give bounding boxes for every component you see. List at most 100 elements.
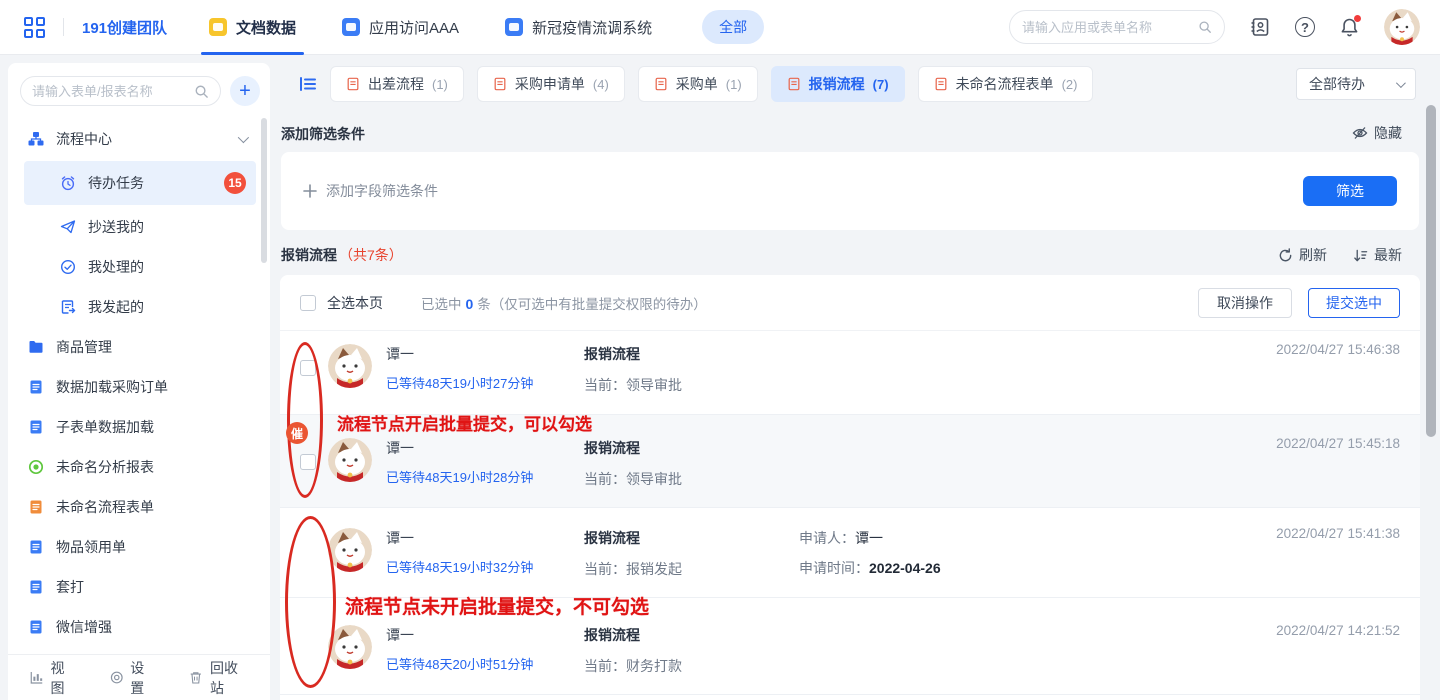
sidebar-item-cc-to-me[interactable]: 抄送我的 <box>8 207 270 247</box>
workspace-tab-app-access[interactable]: 应用访问AAA <box>342 0 459 55</box>
chevron-down-icon[interactable] <box>238 132 249 143</box>
paper-plane-icon <box>60 219 76 235</box>
cancel-operation-button[interactable]: 取消操作 <box>1198 288 1292 318</box>
doc-icon <box>346 77 360 91</box>
flow-name: 报销流程 <box>584 625 799 645</box>
sidebar: + 流程中心 待办任务 15 <box>8 63 270 700</box>
sidebar-item-label: 套打 <box>56 577 84 597</box>
form-filter-tabs: 出差流程 (1) 采购申请单 (4) 采购单 (1) 报销流程 (7) 未命名流… <box>330 66 1093 102</box>
settings-button[interactable]: 设置 <box>110 658 156 698</box>
tab-count: (2) <box>1062 77 1078 92</box>
report-target-icon <box>28 459 44 475</box>
todo-scope-select[interactable]: 全部待办 <box>1296 68 1416 100</box>
tab-purchase-request[interactable]: 采购申请单 (4) <box>477 66 625 102</box>
waiting-time: 已等待48天19小时28分钟 <box>386 467 584 486</box>
sidebar-item-process-center[interactable]: 流程中心 <box>8 119 270 159</box>
filter-section-title: 添加筛选条件 <box>281 124 365 144</box>
collapse-tabs-icon[interactable] <box>298 74 318 94</box>
form-doc-icon <box>28 419 44 435</box>
search-icon <box>1198 19 1212 35</box>
sidebar-item-todo-tasks[interactable]: 待办任务 15 <box>24 161 256 205</box>
sort-latest-button[interactable]: 最新 <box>1353 245 1402 265</box>
sidebar-item-form[interactable]: 物品领用单 <box>8 527 270 567</box>
doc-icon <box>654 77 668 91</box>
tab-reimbursement-flow[interactable]: 报销流程 (7) <box>771 66 905 102</box>
footer-label: 视图 <box>51 658 76 698</box>
workspace-tab-label: 应用访问AAA <box>369 17 459 38</box>
sidebar-item-started-by-me[interactable]: 我发起的 <box>8 287 270 327</box>
filter-card: 添加字段筛选条件 筛选 <box>281 152 1419 230</box>
tab-count: (1) <box>726 77 742 92</box>
row-checkbox[interactable] <box>300 454 316 470</box>
workspace-tab-docs[interactable]: 文档数据 <box>209 0 296 55</box>
sidebar-item-handled-by-me[interactable]: 我处理的 <box>8 247 270 287</box>
form-doc-icon <box>28 539 44 555</box>
refresh-button[interactable]: 刷新 <box>1278 245 1327 265</box>
selected-count: 0 <box>462 296 478 312</box>
add-form-button[interactable]: + <box>230 76 260 106</box>
avatar <box>328 528 372 572</box>
doc-icon <box>934 77 948 91</box>
sidebar-item-label: 抄送我的 <box>88 217 144 237</box>
all-apps-pill[interactable]: 全部 <box>702 10 764 44</box>
help-icon[interactable]: ? <box>1295 17 1315 37</box>
views-button[interactable]: 视图 <box>30 658 76 698</box>
footer-label: 回收站 <box>210 658 248 698</box>
todo-row[interactable]: 谭一 已等待48天19小时27分钟 报销流程 当前：领导审批 2022/04/2… <box>280 331 1420 415</box>
urge-badge: 催 <box>286 422 308 444</box>
sidebar-item-form[interactable]: 套打 <box>8 567 270 607</box>
tab-label: 报销流程 <box>809 74 865 94</box>
doc-icon <box>493 77 507 91</box>
workspace-tab-label: 新冠疫情流调系统 <box>532 17 652 38</box>
todo-count-badge: 15 <box>224 172 246 194</box>
submit-selected-button[interactable]: 提交选中 <box>1308 288 1400 318</box>
page-scrollbar[interactable] <box>1426 105 1436 437</box>
tab-business-trip-flow[interactable]: 出差流程 (1) <box>330 66 464 102</box>
todo-row[interactable]: 谭一 已等待48天19小时32分钟 报销流程 当前：报销发起 申请人：谭一 申请… <box>280 508 1420 598</box>
sidebar-item-report[interactable]: 未命名分析报表 <box>8 447 270 487</box>
submit-time: 2022/04/27 14:21:52 <box>1276 623 1400 638</box>
clock-icon <box>60 175 76 191</box>
sidebar-item-flow-form[interactable]: 未命名流程表单 <box>8 487 270 527</box>
workspace-tab-covid[interactable]: 新冠疫情流调系统 <box>505 0 652 55</box>
team-name[interactable]: 191创建团队 <box>82 17 167 38</box>
current-node: 当前：领导审批 <box>584 375 799 395</box>
filter-submit-button[interactable]: 筛选 <box>1303 176 1397 206</box>
sidebar-item-label: 物品领用单 <box>56 537 126 557</box>
sidebar-item-form[interactable]: 数据加载采购订单 <box>8 367 270 407</box>
sidebar-scrollbar[interactable] <box>261 118 267 263</box>
sidebar-item-label: 子表单数据加载 <box>56 417 154 437</box>
add-field-filter-button[interactable]: 添加字段筛选条件 <box>303 181 438 201</box>
select-all-checkbox[interactable] <box>300 295 316 311</box>
current-node: 当前：财务打款 <box>584 656 799 676</box>
submit-time: 2022/04/27 15:45:18 <box>1276 436 1400 451</box>
contacts-icon[interactable] <box>1249 16 1271 38</box>
apps-grid-icon[interactable] <box>24 17 45 38</box>
submit-time: 2022/04/27 15:46:38 <box>1276 342 1400 357</box>
form-search <box>20 76 221 106</box>
sidebar-item-label: 未命名流程表单 <box>56 497 154 517</box>
flow-name: 报销流程 <box>584 438 799 458</box>
list-header: 报销流程 （共7条） <box>281 245 403 265</box>
sidebar-item-label: 数据加载采购订单 <box>56 377 168 397</box>
user-avatar[interactable] <box>1384 9 1420 45</box>
global-search-input[interactable] <box>1022 20 1198 35</box>
sidebar-item-product-mgmt[interactable]: 商品管理 <box>8 327 270 367</box>
notification-bell-icon[interactable] <box>1339 17 1360 38</box>
hide-filter-button[interactable]: 隐藏 <box>1352 123 1402 143</box>
tab-purchase-order[interactable]: 采购单 (1) <box>638 66 758 102</box>
annotation-note-enabled: 流程节点开启批量提交，可以勾选 <box>337 410 592 435</box>
form-search-input[interactable] <box>32 84 194 99</box>
applicant-name: 谭一 <box>386 528 584 548</box>
bar-chart-icon <box>30 670 44 685</box>
sidebar-item-form[interactable]: 子表单数据加载 <box>8 407 270 447</box>
tab-unnamed-flow-form[interactable]: 未命名流程表单 (2) <box>918 66 1094 102</box>
list-count: （共7条） <box>339 245 403 265</box>
folder-icon <box>209 18 227 36</box>
recycle-bin-button[interactable]: 回收站 <box>189 658 248 698</box>
gear-icon <box>110 670 124 685</box>
tab-label: 未命名流程表单 <box>956 74 1054 94</box>
sidebar-item-form[interactable]: 微信增强 <box>8 607 270 647</box>
row-checkbox[interactable] <box>300 360 316 376</box>
flow-name: 报销流程 <box>584 344 799 364</box>
